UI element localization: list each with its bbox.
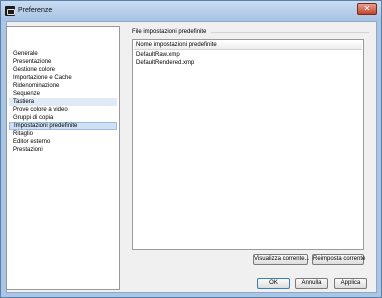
category-list[interactable]: Generale Presentazione Gestione colore I…	[6, 26, 120, 290]
category-item-gruppi-copia[interactable]: Gruppi di copia	[9, 114, 117, 122]
category-item-ridenominazione[interactable]: Ridenominazione	[9, 82, 117, 90]
group-divider	[211, 32, 369, 33]
category-item-ritaglio[interactable]: Ritaglio	[9, 130, 117, 138]
group-label: File impostazioni predefinite	[132, 29, 207, 35]
category-item-impostazioni-predefinite[interactable]: Impostazioni predefinite	[9, 122, 117, 130]
view-current-button[interactable]: Visualizza corrente...	[253, 254, 310, 265]
cancel-button[interactable]: Annulla	[295, 278, 328, 289]
preset-file-list[interactable]: Nome impostazioni predefinite DefaultRaw…	[132, 39, 364, 250]
category-item-importazione-cache[interactable]: Importazione e Cache	[9, 74, 117, 82]
list-item[interactable]: DefaultRaw.xmp	[134, 51, 362, 59]
list-item[interactable]: DefaultRendered.xmp	[134, 59, 362, 67]
apply-button[interactable]: Applica	[334, 278, 367, 289]
category-item-generale[interactable]: Generale	[9, 50, 117, 58]
category-item-gestione-colore[interactable]: Gestione colore	[9, 66, 117, 74]
column-header-name[interactable]: Nome impostazioni predefinite	[134, 41, 362, 50]
category-item-tastiera[interactable]: Tastiera	[9, 98, 117, 106]
category-item-sequenze[interactable]: Sequenze	[9, 90, 117, 98]
preferences-window: Preferenze ✕ Generale Presentazione Gest…	[0, 0, 382, 298]
window-title: Preferenze	[18, 7, 53, 14]
title-bar[interactable]: Preferenze ✕	[1, 1, 381, 21]
category-item-prove-colore[interactable]: Prove colore a video	[9, 106, 117, 114]
reset-current-button[interactable]: Reimposta corrente	[312, 254, 365, 265]
close-button[interactable]: ✕	[357, 3, 377, 15]
category-item-editor-esterno[interactable]: Editor esterno	[9, 138, 117, 146]
category-item-presentazione[interactable]: Presentazione	[9, 58, 117, 66]
ok-button[interactable]: OK	[257, 278, 290, 289]
app-camera-icon	[5, 6, 15, 16]
category-item-prestazioni[interactable]: Prestazioni	[9, 146, 117, 154]
